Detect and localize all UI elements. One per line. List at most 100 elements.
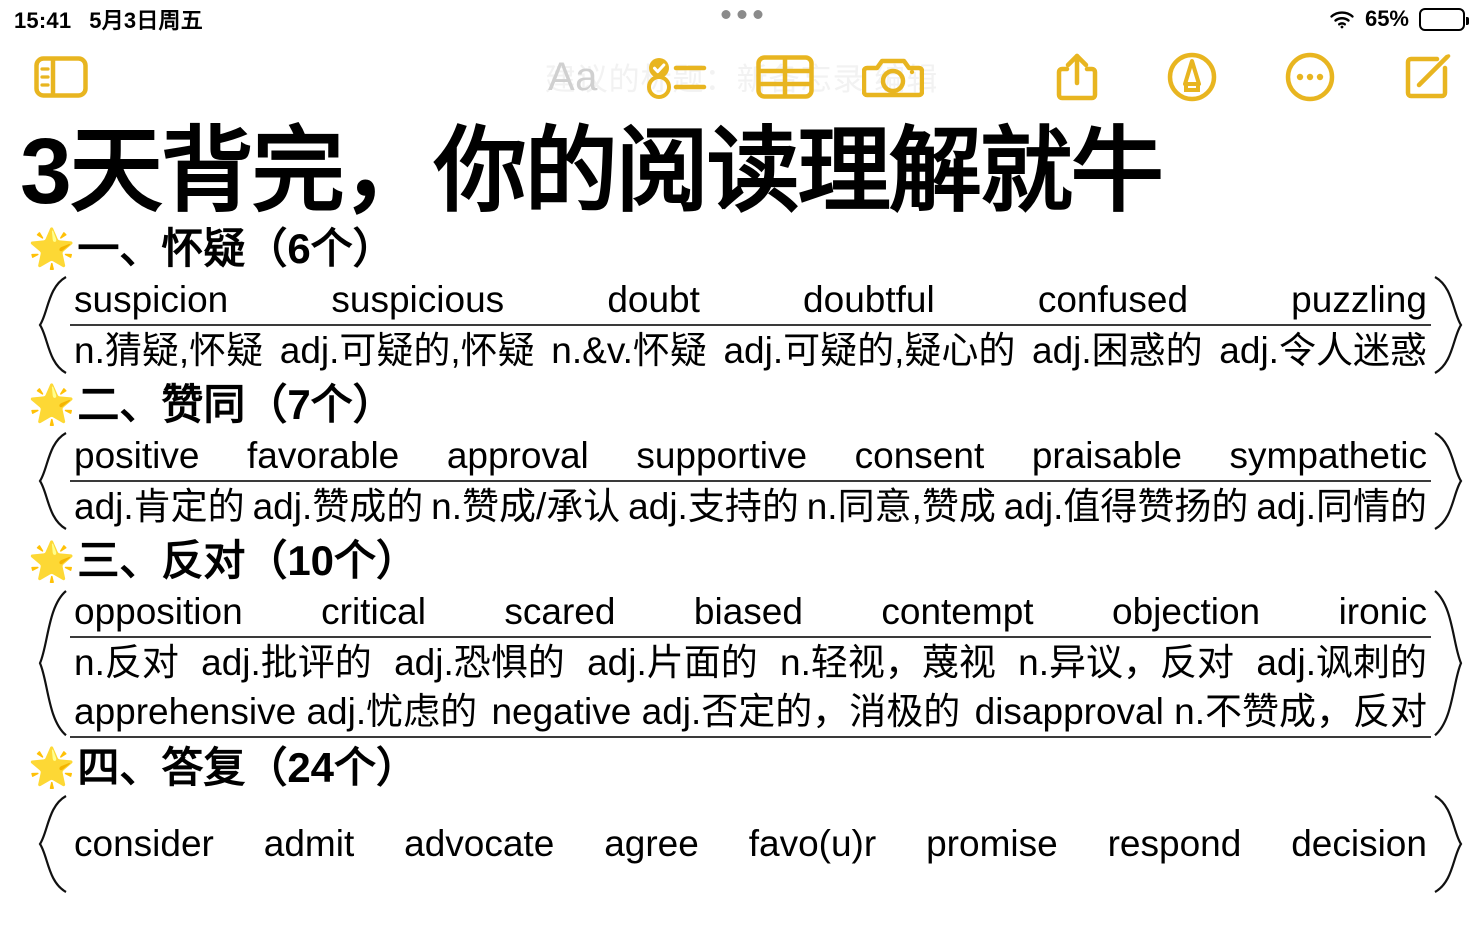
- vocabulary-word: sympathetic: [1229, 434, 1427, 476]
- vocabulary-word: consent: [854, 434, 985, 476]
- vocabulary-meaning: negative adj.否定的，消极的: [491, 690, 961, 732]
- vocabulary-group: consider admit advocate agree favo(u)r promis…: [36, 794, 1465, 894]
- dynamic-island-dots: [721, 10, 762, 19]
- toolbar-right-group: [1055, 52, 1453, 102]
- right-brace-icon: [1431, 275, 1465, 375]
- vocabulary-meaning: adj.令人迷惑: [1219, 329, 1427, 371]
- vocabulary-rows: suspicion suspicious doubt doubtful confused…: [70, 275, 1431, 375]
- vocabulary-meaning: adj.肯定的: [74, 485, 245, 527]
- section-heading-label: 四、答复（24个）: [77, 744, 419, 792]
- vocabulary-word: opposition: [74, 590, 243, 632]
- vocabulary-word: scared: [504, 590, 616, 632]
- section-heading: 🌟 三、反对（10个）: [28, 537, 1471, 585]
- section-heading: 🌟 二、赞同（7个）: [28, 381, 1471, 429]
- meaning-row: apprehensive adj.忧虑的 negative adj.否定的，消极的…: [70, 687, 1431, 739]
- star-icon: 🌟: [28, 228, 76, 270]
- vocabulary-group: opposition critical scared biased contempt ob…: [36, 588, 1465, 739]
- status-bar-left: 15:41 5月3日周五: [14, 3, 203, 35]
- vocabulary-meaning: apprehensive adj.忧虑的: [74, 690, 478, 732]
- vocabulary-meaning: adj.片面的: [587, 641, 758, 683]
- vocabulary-word: supportive: [636, 434, 808, 476]
- star-icon: 🌟: [28, 384, 76, 427]
- dot-3: [753, 10, 762, 19]
- vocabulary-meaning: n.异议，反对: [1018, 641, 1235, 683]
- checklist-icon[interactable]: [646, 55, 708, 99]
- note-content[interactable]: 3天背完，你的阅读理解就牛 🌟 一、怀疑（6个） suspicion suspicio…: [0, 124, 1483, 894]
- vocabulary-word: puzzling: [1291, 278, 1427, 320]
- word-row: opposition critical scared biased contempt ob…: [70, 588, 1431, 636]
- vocabulary-meaning: adj.批评的: [201, 641, 372, 683]
- section-heading: 🌟 四、答复（24个）: [28, 744, 1471, 792]
- camera-icon[interactable]: [861, 54, 924, 100]
- word-row: suspicion suspicious doubt doubtful confused…: [70, 276, 1431, 324]
- star-icon: 🌟: [28, 540, 76, 583]
- vocabulary-meaning: adj.恐惧的: [394, 641, 565, 683]
- wifi-icon: [1329, 9, 1355, 29]
- vocabulary-word: consider: [74, 823, 214, 865]
- left-brace-icon: [36, 275, 70, 375]
- vocabulary-word: respond: [1107, 823, 1242, 865]
- vocabulary-rows: opposition critical scared biased contempt ob…: [70, 588, 1431, 739]
- vocabulary-meaning: adj.可疑的,疑心的: [723, 329, 1016, 371]
- vocabulary-meaning: n.赞成/承认: [431, 485, 621, 527]
- format-aa-label: Aa: [548, 55, 598, 99]
- meaning-row: n.反对 adj.批评的 adj.恐惧的 adj.片面的 n.轻视，蔑视 n.异议，反对 a…: [70, 635, 1431, 687]
- vocabulary-word: critical: [321, 590, 426, 632]
- dot-1: [721, 10, 730, 19]
- format-aa-button[interactable]: Aa: [548, 57, 598, 97]
- toolbar-center-group: Aa: [548, 54, 924, 100]
- vocabulary-meaning: adj.同情的: [1256, 485, 1427, 527]
- vocabulary-word: advocate: [404, 823, 555, 865]
- right-brace-icon: [1431, 588, 1465, 738]
- compose-icon[interactable]: [1403, 52, 1453, 102]
- vocabulary-word: suspicion: [74, 278, 229, 320]
- vocabulary-meaning: adj.赞成的: [252, 485, 424, 527]
- dot-2: [737, 10, 746, 19]
- vocabulary-word: positive: [74, 434, 200, 476]
- toolbar-left-group: [34, 56, 88, 98]
- vocabulary-word: confused: [1037, 278, 1189, 320]
- status-date: 5月3日周五: [89, 8, 203, 33]
- battery-icon: [1419, 7, 1469, 31]
- vocabulary-group: positive favorable approval supportive conse…: [36, 431, 1465, 531]
- left-brace-icon: [36, 588, 70, 738]
- vocabulary-word: biased: [693, 590, 803, 632]
- more-ellipsis-icon[interactable]: [1285, 52, 1335, 102]
- vocabulary-meaning: adj.值得赞扬的: [1003, 485, 1249, 527]
- section-heading-label: 三、反对（10个）: [77, 537, 419, 585]
- vocabulary-meaning: n.&v.怀疑: [551, 329, 707, 371]
- star-icon: 🌟: [28, 747, 76, 790]
- section-heading: 🌟 一、怀疑（6个）: [28, 225, 1471, 273]
- vocabulary-meaning: n.轻视，蔑视: [780, 641, 996, 683]
- vocabulary-word: doubtful: [803, 278, 935, 320]
- table-icon[interactable]: [756, 55, 814, 99]
- meaning-row: n.猜疑,怀疑 adj.可疑的,怀疑 n.&v.怀疑 adj.可疑的,疑心的 adj.困…: [70, 323, 1431, 375]
- vocabulary-word: promise: [926, 823, 1058, 865]
- sidebar-toggle-icon[interactable]: [34, 56, 88, 98]
- left-brace-icon: [36, 431, 70, 531]
- word-row: positive favorable approval supportive conse…: [70, 432, 1431, 480]
- vocabulary-word: approval: [446, 434, 589, 476]
- vocabulary-rows: consider admit advocate agree favo(u)r promis…: [70, 794, 1431, 894]
- word-row: consider admit advocate agree favo(u)r promis…: [70, 820, 1431, 868]
- vocabulary-word: ironic: [1338, 590, 1427, 632]
- battery-percent-label: 65%: [1364, 6, 1409, 31]
- vocabulary-word: suspicious: [331, 278, 505, 320]
- vocabulary-word: admit: [263, 823, 355, 865]
- vocabulary-meaning: adj.支持的: [628, 485, 799, 527]
- status-bar-right: 65%: [1329, 6, 1469, 32]
- left-brace-icon: [36, 794, 70, 894]
- notes-toolbar: 建议的标题：新备忘录 编辑 Aa: [0, 38, 1483, 116]
- vocabulary-meaning: adj.讽刺的: [1256, 641, 1427, 683]
- vocabulary-word: contempt: [881, 590, 1034, 632]
- section-heading-label: 一、怀疑（6个）: [77, 224, 395, 272]
- sections-container: 🌟 一、怀疑（6个） suspicion suspicious doubt doubtfu…: [12, 225, 1471, 894]
- vocabulary-meaning: adj.困惑的: [1032, 329, 1203, 371]
- share-icon[interactable]: [1055, 52, 1099, 102]
- vocabulary-word: doubt: [607, 278, 700, 320]
- markup-pen-icon[interactable]: [1167, 52, 1217, 102]
- vocabulary-word: agree: [604, 823, 699, 865]
- right-brace-icon: [1431, 431, 1465, 531]
- vocabulary-word: decision: [1291, 823, 1427, 865]
- vocabulary-word: favo(u)r: [748, 823, 877, 865]
